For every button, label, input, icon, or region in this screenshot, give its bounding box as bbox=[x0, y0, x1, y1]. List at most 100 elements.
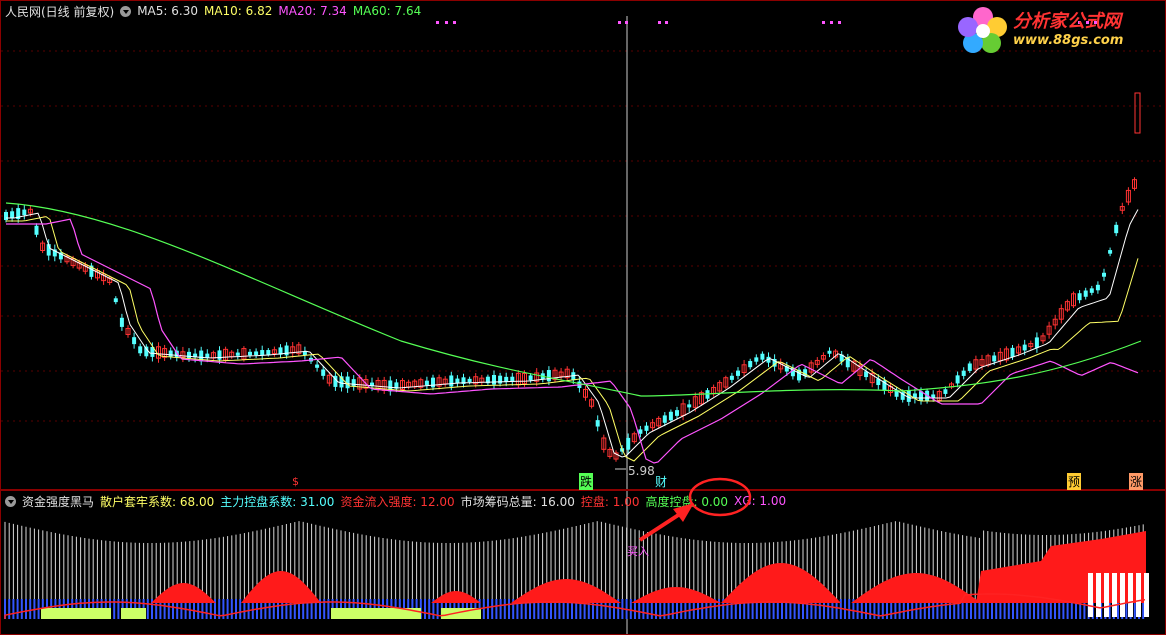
indicator-chart[interactable] bbox=[1, 491, 1165, 634]
candle-down bbox=[754, 357, 759, 362]
buy-label: 买入 bbox=[627, 545, 649, 558]
indicator-header: 资金强度黑马 散户套牢系数: 68.00 主力控盘系数: 31.00 资金流入强… bbox=[5, 493, 786, 509]
indicator-panel[interactable]: 资金强度黑马 散户套牢系数: 68.00 主力控盘系数: 31.00 资金流入强… bbox=[0, 490, 1166, 635]
signal-dot bbox=[822, 21, 825, 24]
candle-down bbox=[266, 350, 271, 355]
candle-down bbox=[644, 425, 649, 431]
candle-down bbox=[595, 420, 600, 427]
candle-down bbox=[138, 346, 143, 354]
candle-down bbox=[967, 363, 972, 371]
signal-dot bbox=[625, 21, 628, 24]
candle-down bbox=[1089, 288, 1094, 293]
candle-down bbox=[1010, 347, 1015, 357]
ctrl-block bbox=[121, 608, 146, 619]
signal-dot bbox=[665, 21, 668, 24]
high-ctrl-bar bbox=[1136, 573, 1141, 617]
chip-total: 市场筹码总量: 16.00 bbox=[460, 494, 575, 509]
candle-down bbox=[254, 351, 259, 356]
candle-down bbox=[351, 379, 356, 387]
candle-down bbox=[113, 298, 118, 303]
candle-down bbox=[1108, 250, 1113, 254]
ma60-value: MA60: 7.64 bbox=[352, 4, 422, 18]
candle-down bbox=[736, 370, 740, 376]
candle-down bbox=[424, 380, 429, 386]
candle-down bbox=[10, 211, 15, 219]
ma10-value: MA10: 6.82 bbox=[203, 4, 273, 18]
candle-down bbox=[248, 351, 252, 356]
candle-down bbox=[961, 370, 966, 376]
candle-down bbox=[687, 404, 692, 408]
candle-down bbox=[449, 375, 454, 387]
candle-down bbox=[132, 337, 137, 345]
candle-down bbox=[431, 377, 435, 388]
candle-down bbox=[34, 225, 39, 235]
low-price-label: 5.98 bbox=[628, 464, 655, 478]
inflow-area bbox=[721, 563, 841, 603]
candle-down bbox=[4, 211, 8, 221]
ma5-value: MA5: 6.30 bbox=[137, 4, 198, 18]
candle-down bbox=[931, 394, 936, 398]
signal-dot bbox=[445, 21, 448, 24]
candle-down bbox=[1114, 224, 1119, 234]
inflow-area bbox=[511, 579, 621, 603]
logo-flower-icon bbox=[958, 7, 1007, 53]
candle-down bbox=[467, 378, 472, 383]
candle-down bbox=[729, 375, 734, 380]
candle-down bbox=[235, 352, 240, 356]
candle-down bbox=[168, 350, 173, 357]
panel-menu-icon[interactable] bbox=[5, 495, 16, 507]
candle-down bbox=[662, 415, 667, 423]
candle-down bbox=[1034, 337, 1039, 348]
candle-up bbox=[1134, 92, 1141, 134]
high-ctrl-bar bbox=[1144, 573, 1149, 617]
candle-down bbox=[546, 370, 551, 382]
candle-down bbox=[760, 353, 765, 360]
candle-down bbox=[626, 437, 631, 450]
panel-menu-icon[interactable] bbox=[120, 5, 132, 17]
signal-dot bbox=[838, 21, 841, 24]
high-ctrl-bar bbox=[1104, 573, 1109, 617]
candle-down bbox=[492, 374, 496, 385]
high-ctrl-bar bbox=[1120, 573, 1125, 617]
candle-down bbox=[1083, 290, 1088, 297]
candle-down bbox=[827, 350, 832, 354]
indicator-title: 资金强度黑马 bbox=[22, 494, 95, 509]
marker-die: 跌 bbox=[579, 473, 594, 490]
high-ctrl-bar bbox=[1096, 573, 1101, 617]
price-chart[interactable] bbox=[1, 1, 1165, 489]
logo-name: 分析家公式网 bbox=[1013, 11, 1121, 32]
high-ctrl-bar bbox=[1112, 573, 1117, 617]
price-chart-panel[interactable]: 人民网(日线 前复权) MA5: 6.30 MA10: 6.82 MA20: 7… bbox=[0, 0, 1166, 490]
candle-down bbox=[1095, 284, 1100, 291]
high-ctrl-bar bbox=[1128, 573, 1133, 617]
candle-down bbox=[217, 350, 222, 360]
stock-title: 人民网(日线 前复权) bbox=[5, 4, 115, 19]
candle-down bbox=[992, 355, 997, 362]
candle-down bbox=[321, 369, 326, 376]
candle-down bbox=[668, 411, 673, 421]
main-ctrl-coef: 主力控盘系数: 31.00 bbox=[220, 494, 335, 509]
marker-s: $ bbox=[292, 475, 299, 488]
xg-value: XG: 1.00 bbox=[734, 494, 787, 508]
inflow-area bbox=[631, 587, 721, 603]
candle-down bbox=[1102, 272, 1106, 277]
candle-down bbox=[1077, 293, 1082, 301]
site-logo: 分析家公式网 www.88gs.com bbox=[957, 5, 1157, 55]
signal-dot bbox=[453, 21, 456, 24]
marker-zhang: 涨 bbox=[1129, 473, 1144, 490]
ctrl-value: 控盘: 1.00 bbox=[580, 494, 640, 509]
ma20-line bbox=[6, 218, 1139, 464]
signal-dot bbox=[658, 21, 661, 24]
logo-url: www.88gs.com bbox=[1013, 33, 1124, 48]
signal-dot bbox=[436, 21, 439, 24]
candle-down bbox=[675, 410, 679, 416]
candle-down bbox=[187, 351, 191, 359]
price-header: 人民网(日线 前复权) MA5: 6.30 MA10: 6.82 MA20: 7… bbox=[5, 3, 421, 19]
high-ctrl-bar bbox=[1088, 573, 1093, 617]
candle-down bbox=[315, 364, 320, 368]
candle-down bbox=[205, 353, 210, 358]
signal-dot bbox=[618, 21, 621, 24]
candle-down bbox=[748, 361, 753, 368]
inflow-area bbox=[431, 591, 481, 603]
candle-down bbox=[638, 429, 643, 434]
